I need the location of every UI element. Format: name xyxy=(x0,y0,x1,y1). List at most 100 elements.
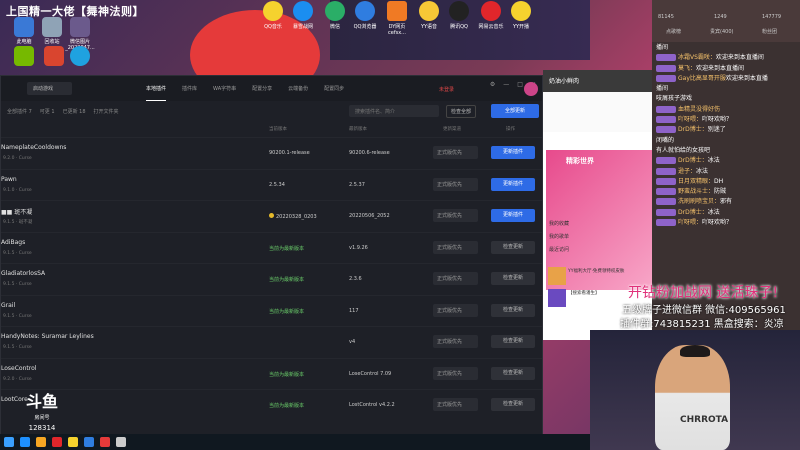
taskbar-app-icon[interactable] xyxy=(52,437,62,447)
chat-tab-songs[interactable]: 点歌榜 xyxy=(666,28,681,35)
chat-tab-fans[interactable]: 粉丝团 xyxy=(762,28,777,35)
check-update-button[interactable]: 检查更新 xyxy=(491,272,535,285)
fan-badge-icon xyxy=(656,64,676,72)
chat-stats: 81145 1249 147779 点歌榜 贵宾(400) 粉丝团 xyxy=(652,0,800,42)
start-icon[interactable] xyxy=(4,437,14,447)
chat-user[interactable]: 逊子： xyxy=(678,168,696,175)
chat-user[interactable]: 血精灵没得好伤 xyxy=(678,106,720,113)
chat-user[interactable]: DrD博士： xyxy=(678,157,708,164)
plugin-name: AdiBags xyxy=(1,238,26,246)
game-select-dropdown[interactable]: 启动游戏 xyxy=(27,82,72,95)
taskbar-app-icon[interactable] xyxy=(68,437,78,447)
channel-select[interactable]: 正式版优先 xyxy=(433,366,478,380)
yy-live-shortcut[interactable]: YY开播 xyxy=(506,1,536,30)
chat-panel: 81145 1249 147779 点歌榜 贵宾(400) 粉丝团 播间 冰霜VS… xyxy=(652,0,800,330)
chat-user[interactable]: 莫飞： xyxy=(678,65,696,72)
plugin-meta: 9.2.0 · Curse xyxy=(3,156,32,161)
netease-music-icon xyxy=(481,1,501,21)
maximize-icon[interactable]: □ xyxy=(517,81,523,88)
chat-text: 有人就怕给的女孩吧 xyxy=(656,146,711,154)
qq-shortcut[interactable]: 腾讯QQ xyxy=(444,1,474,30)
minimize-icon[interactable]: — xyxy=(503,81,509,88)
filter-all[interactable]: 全部插件 7 xyxy=(7,108,32,115)
chat-text: 播间 xyxy=(656,85,669,93)
update-plugin-button[interactable]: 更新插件 xyxy=(491,177,535,191)
nvidia-icon xyxy=(14,46,34,66)
chat-tab-vip[interactable]: 贵宾(400) xyxy=(710,28,733,35)
chat-user[interactable]: 野蛮战斗士： xyxy=(678,188,714,195)
chat-user[interactable]: 吖呀喂： xyxy=(678,219,702,226)
avatar[interactable] xyxy=(524,82,538,96)
chat-message: DrD博士：冰法 xyxy=(652,207,800,217)
fan-badge-icon xyxy=(656,167,676,175)
qq-music-shortcut[interactable]: QQ音乐 xyxy=(258,1,288,30)
qq-browser-shortcut[interactable]: QQ浏览器 xyxy=(350,1,380,30)
qq-music-icon xyxy=(263,1,283,21)
table-row: GladiatorlosSA 9.1.5 · Curse 当前为最新版本 2.3.6 正… xyxy=(1,263,542,295)
login-status[interactable]: 未登录 xyxy=(439,86,454,93)
update-all-button[interactable]: 全部更新 xyxy=(491,104,539,118)
desktop-icon-edge[interactable] xyxy=(60,46,100,67)
check-update-button[interactable]: 检查更新 xyxy=(491,303,535,317)
chat-user[interactable]: 日月双精眼： xyxy=(678,178,714,185)
stat-online: 1249 xyxy=(714,14,727,20)
chat-user[interactable]: 冰霜VS霸咲： xyxy=(678,54,716,61)
taskbar-app-icon[interactable] xyxy=(100,437,110,447)
update-plugin-button[interactable]: 更新插件 xyxy=(491,146,535,159)
window-header: 启动游戏 本地插件 插件库 WA字符串 配置分享 云端备份 配置同步 ⚙ — □… xyxy=(1,76,542,101)
toolbar: 全部插件 7 可更 1 已更新 18 打开文件夹 搜索插件名、简介 检查全部 全… xyxy=(1,101,542,121)
wechat-shortcut[interactable]: 微信 xyxy=(320,1,350,30)
chat-text: 防贼 xyxy=(714,188,727,196)
channel-select[interactable]: 正式版优先 xyxy=(433,146,478,159)
plugin-meta: 9.1.5 · Curse xyxy=(3,313,32,319)
channel-select[interactable]: 正式版优先 xyxy=(433,335,478,348)
channel-select[interactable]: 正式版优先 xyxy=(433,398,478,411)
tab-config-sync[interactable]: 配置同步 xyxy=(324,77,344,100)
yy-voice-shortcut[interactable]: YY语音 xyxy=(414,1,444,30)
channel-select[interactable]: 正式版优先 xyxy=(433,303,478,317)
channel-select[interactable]: 正式版优先 xyxy=(433,177,478,191)
latest-version: 90200.6-release xyxy=(349,150,390,156)
open-folder-button[interactable]: 打开文件夹 xyxy=(94,108,119,115)
chat-user[interactable]: 洗刷刷喷宝贝： xyxy=(678,198,720,205)
promo-line-3: 插件群:743815231 黑盒搜索：炎凉 xyxy=(620,319,784,330)
chat-message: DrD博士：别迷了 xyxy=(652,124,800,134)
tab-wa-strings[interactable]: WA字符串 xyxy=(213,77,236,100)
check-update-button[interactable]: 检查更新 xyxy=(491,366,535,380)
check-update-button[interactable]: 检查更新 xyxy=(491,240,535,254)
channel-select[interactable]: 正式版优先 xyxy=(433,240,478,254)
tab-cloud-backup[interactable]: 云端备份 xyxy=(288,77,308,100)
filter-updatable[interactable]: 可更 1 xyxy=(40,108,55,115)
qq-browser-icon xyxy=(355,1,375,21)
filter-updated[interactable]: 已更新 18 xyxy=(63,108,86,115)
taskbar-app-icon[interactable] xyxy=(84,437,94,447)
tab-config-share[interactable]: 配置分享 xyxy=(252,77,272,100)
chat-user[interactable]: DrD博士： xyxy=(678,126,708,133)
chat-user[interactable]: DrD博士： xyxy=(678,209,708,216)
tab-plugin-library[interactable]: 插件库 xyxy=(182,77,197,100)
chat-user[interactable]: 吖呀喂： xyxy=(678,116,702,123)
chat-user[interactable]: Gay比高显哥开服 xyxy=(678,75,726,82)
qq-icon xyxy=(449,1,469,21)
update-plugin-button[interactable]: 更新插件 xyxy=(491,209,535,222)
taskbar-app-icon[interactable] xyxy=(36,437,46,447)
settings-icon[interactable]: ⚙ xyxy=(490,81,495,88)
plugin-name: Pawn xyxy=(1,175,17,183)
channel-select[interactable]: 正式版优先 xyxy=(433,272,478,285)
netease-music-shortcut[interactable]: 网易云音乐 xyxy=(476,1,506,30)
taskbar-app-icon[interactable] xyxy=(116,437,126,447)
battlenet-shortcut[interactable]: 暴雪战网 xyxy=(288,1,318,30)
tab-local-plugins[interactable]: 本地插件 xyxy=(146,77,167,101)
plugin-manager-window: 启动游戏 本地插件 插件库 WA字符串 配置分享 云端备份 配置同步 ⚙ — □… xyxy=(0,75,543,435)
check-all-button[interactable]: 检查全部 xyxy=(446,105,477,118)
taskbar-app-icon[interactable] xyxy=(20,437,30,447)
table-row: Grail 9.1.5 · Curse 当前为最新版本 117 正式版优先 检查更新 xyxy=(1,294,542,327)
music-item-playlists[interactable]: 我的歌单 xyxy=(549,233,569,240)
dy-shortcut[interactable]: DY网页cefsx... xyxy=(382,1,412,36)
music-item-recent[interactable]: 最近访问 xyxy=(549,246,569,253)
search-input[interactable]: 搜索插件名、简介 xyxy=(349,105,439,117)
channel-select[interactable]: 正式版优先 xyxy=(433,209,478,222)
check-update-button[interactable]: 检查更新 xyxy=(491,335,535,348)
check-update-button[interactable]: 检查更新 xyxy=(491,398,535,411)
music-item-favorites[interactable]: 我的收藏 xyxy=(549,220,569,227)
